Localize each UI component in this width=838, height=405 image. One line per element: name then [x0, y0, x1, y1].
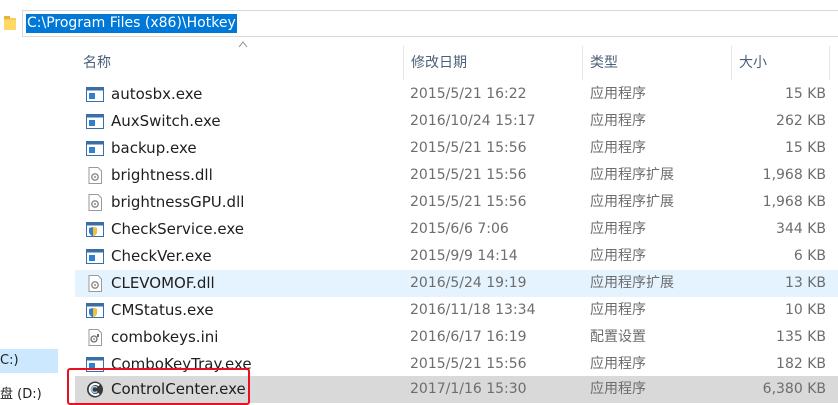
- file-row[interactable]: AuxSwitch.exe 2016/10/24 15:17 应用程序 262 …: [75, 108, 838, 135]
- file-type: 应用程序扩展: [590, 167, 674, 183]
- column-header-type[interactable]: 类型: [582, 46, 732, 80]
- file-name: backup.exe: [111, 139, 197, 157]
- file-name: ComboKeyTray.exe: [111, 355, 252, 373]
- file-row[interactable]: brightness.dll 2015/5/21 15:56 应用程序扩展 1,…: [75, 162, 838, 189]
- file-explorer-window: C:\Program Files (x86)\Hotkey C:) 盘 (D:)…: [0, 0, 838, 405]
- file-type: 应用程序扩展: [590, 194, 674, 210]
- file-name: CheckService.exe: [111, 220, 244, 238]
- file-row[interactable]: CheckVer.exe 2015/9/9 14:14 应用程序 6 KB: [75, 243, 838, 270]
- file-size: 182 KB: [776, 356, 826, 372]
- nav-item-d-drive[interactable]: 盘 (D:): [0, 383, 42, 405]
- column-header-date[interactable]: 修改日期: [403, 46, 583, 80]
- address-bar[interactable]: C:\Program Files (x86)\Hotkey: [0, 0, 838, 40]
- column-headers: 名称 修改日期 类型 大小: [75, 41, 838, 80]
- file-row[interactable]: backup.exe 2015/5/21 15:56 应用程序 15 KB: [75, 135, 838, 162]
- file-type: 应用程序: [590, 86, 646, 102]
- file-type: 应用程序: [590, 381, 646, 397]
- app-shield-icon: [86, 222, 104, 237]
- control-center-icon: [87, 381, 103, 398]
- address-path[interactable]: C:\Program Files (x86)\Hotkey: [26, 14, 237, 33]
- file-size: 1,968 KB: [762, 194, 826, 210]
- file-date: 2015/5/21 15:56: [410, 167, 527, 183]
- file-type: 应用程序: [590, 248, 646, 264]
- file-date: 2015/9/9 14:14: [410, 248, 518, 264]
- file-row[interactable]: autosbx.exe 2015/5/21 16:22 应用程序 15 KB: [75, 81, 838, 108]
- file-type: 应用程序: [590, 140, 646, 156]
- file-row[interactable]: brightnessGPU.dll 2015/5/21 15:56 应用程序扩展…: [75, 189, 838, 216]
- dll-gear-icon: [88, 167, 102, 184]
- file-type: 应用程序扩展: [590, 275, 674, 291]
- file-date: 2015/6/6 7:06: [410, 221, 509, 237]
- file-name: AuxSwitch.exe: [111, 112, 221, 130]
- file-date: 2015/5/21 15:56: [410, 140, 527, 156]
- file-row[interactable]: ComboKeyTray.exe 2015/5/21 15:56 应用程序 18…: [75, 351, 838, 378]
- file-name: CheckVer.exe: [111, 247, 212, 265]
- file-row[interactable]: CheckService.exe 2015/6/6 7:06 应用程序 344 …: [75, 216, 838, 243]
- dll-gear-icon: [88, 194, 102, 211]
- column-header-name[interactable]: 名称: [75, 46, 403, 80]
- file-size: 344 KB: [776, 221, 826, 237]
- file-name: combokeys.ini: [111, 328, 219, 346]
- nav-item-label: 盘 (D:): [0, 387, 42, 402]
- file-size: 6 KB: [793, 248, 826, 264]
- folder-icon: [4, 16, 16, 30]
- file-row[interactable]: CLEVOMOF.dll 2016/5/24 19:19 应用程序扩展 13 K…: [75, 270, 838, 297]
- file-size: 13 KB: [784, 275, 826, 291]
- file-date: 2016/6/17 16:19: [410, 329, 527, 345]
- file-row-selected[interactable]: ControlCenter.exe 2017/1/16 15:30 应用程序 6…: [75, 376, 838, 403]
- file-name: ControlCenter.exe: [111, 380, 246, 398]
- column-header-size[interactable]: 大小: [731, 46, 838, 80]
- file-type: 应用程序: [590, 356, 646, 372]
- nav-item-c-drive[interactable]: C:): [0, 349, 58, 373]
- file-date: 2015/5/21 16:22: [410, 86, 527, 102]
- app-window-icon: [86, 141, 104, 156]
- app-window-icon: [86, 357, 104, 372]
- file-size: 1,968 KB: [762, 167, 826, 183]
- app-window-icon: [86, 87, 104, 102]
- file-name: CLEVOMOF.dll: [111, 274, 215, 292]
- file-date: 2017/1/16 15:30: [410, 381, 527, 397]
- app-window-icon: [86, 249, 104, 264]
- file-date: 2016/11/18 13:34: [410, 302, 536, 318]
- file-name: autosbx.exe: [111, 85, 203, 103]
- file-date: 2016/5/24 19:19: [410, 275, 527, 291]
- file-size: 15 KB: [784, 86, 826, 102]
- app-shield-icon: [86, 303, 104, 318]
- file-size: 135 KB: [776, 329, 826, 345]
- file-type: 应用程序: [590, 221, 646, 237]
- file-size: 10 KB: [784, 302, 826, 318]
- column-divider[interactable]: [829, 46, 830, 80]
- file-name: brightness.dll: [111, 166, 213, 184]
- ini-settings-icon: [88, 329, 102, 346]
- file-name: CMStatus.exe: [111, 301, 214, 319]
- file-date: 2015/5/21 15:56: [410, 356, 527, 372]
- navigation-pane: C:) 盘 (D:): [0, 40, 58, 405]
- file-size: 6,380 KB: [762, 381, 826, 397]
- file-type: 配置设置: [590, 329, 646, 345]
- app-window-icon: [86, 114, 104, 129]
- file-type: 应用程序: [590, 113, 646, 129]
- file-type: 应用程序: [590, 302, 646, 318]
- file-date: 2015/5/21 15:56: [410, 194, 527, 210]
- dll-gear-icon: [88, 275, 102, 292]
- file-size: 15 KB: [784, 140, 826, 156]
- file-size: 262 KB: [776, 113, 826, 129]
- file-row[interactable]: combokeys.ini 2016/6/17 16:19 配置设置 135 K…: [75, 324, 838, 351]
- file-name: brightnessGPU.dll: [111, 193, 245, 211]
- file-date: 2016/10/24 15:17: [410, 113, 536, 129]
- nav-item-label: C:): [0, 353, 19, 368]
- file-row[interactable]: CMStatus.exe 2016/11/18 13:34 应用程序 10 KB: [75, 297, 838, 324]
